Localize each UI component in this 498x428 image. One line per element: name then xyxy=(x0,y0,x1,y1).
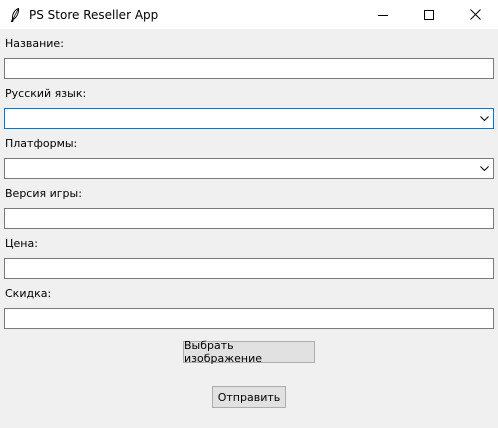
minimize-icon xyxy=(378,14,388,16)
discount-label: Скидка: xyxy=(5,287,52,300)
platforms-label: Платформы: xyxy=(5,137,78,150)
game-version-field[interactable] xyxy=(4,208,494,229)
title-bar: PS Store Reseller App xyxy=(0,0,498,29)
chevron-down-icon[interactable] xyxy=(476,159,493,178)
russian-language-label: Русский язык: xyxy=(5,87,87,100)
submit-button[interactable]: Отправить xyxy=(212,386,286,408)
maximize-icon xyxy=(424,9,434,20)
close-icon xyxy=(469,9,481,20)
feather-icon xyxy=(8,7,22,22)
window-controls xyxy=(360,0,498,29)
game-version-label: Версия игры: xyxy=(5,187,82,200)
discount-field[interactable] xyxy=(4,308,494,329)
platforms-select[interactable] xyxy=(4,158,494,179)
price-field[interactable] xyxy=(4,258,494,279)
name-field[interactable] xyxy=(4,58,494,79)
choose-image-button[interactable]: Выбрать изображение xyxy=(183,339,315,365)
chevron-down-icon[interactable] xyxy=(476,109,493,128)
minimize-button[interactable] xyxy=(360,0,406,29)
maximize-button[interactable] xyxy=(406,0,452,29)
window-title: PS Store Reseller App xyxy=(29,7,159,22)
price-label: Цена: xyxy=(5,237,38,250)
close-button[interactable] xyxy=(452,0,498,29)
name-label: Название: xyxy=(5,37,64,50)
russian-language-select[interactable] xyxy=(4,108,494,129)
